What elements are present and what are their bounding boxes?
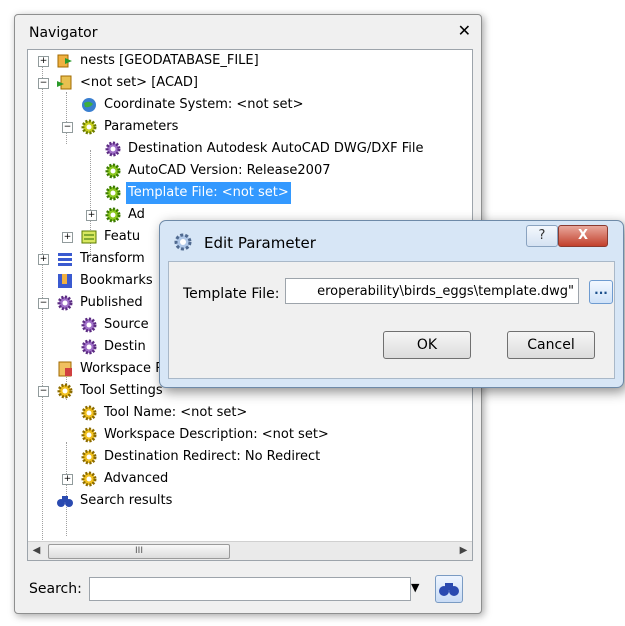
browse-button[interactable]: ... [589,280,613,304]
scroll-left-icon[interactable]: ◀ [28,542,45,560]
close-button[interactable]: X [558,225,608,247]
reader-icon [57,54,72,68]
parameter-icon [174,233,192,251]
collapse-icon[interactable]: − [62,122,73,133]
gear-icon [81,405,97,421]
scroll-right-icon[interactable]: ▶ [455,542,472,560]
scrollbar-thumb[interactable]: III [48,544,230,559]
chevron-down-icon[interactable]: ▼ [411,581,419,594]
tree-item-label: <not set> [ACAD] [80,75,198,90]
tree-item-label: AutoCAD Version: Release2007 [128,163,331,178]
template-file-input[interactable] [285,278,579,304]
globe-icon [82,98,96,112]
tree-item-label: Workspace Description: <not set> [104,427,329,442]
gear-icon [81,427,97,443]
gear-purple-icon [81,339,97,355]
gear-icon [105,207,121,223]
tree-item-label: Transform [80,251,145,266]
expand-icon[interactable]: + [86,210,97,221]
close-icon[interactable]: ✕ [458,21,471,40]
tree-item-label: Parameters [104,119,179,134]
tree-item-label: Destination Autodesk AutoCAD DWG/DXF Fil… [128,141,424,156]
expand-icon[interactable]: + [38,254,49,265]
tree-item-label: Tool Settings [80,383,163,398]
bookmark-icon [58,274,72,288]
gear-icon [105,185,121,201]
tree-item-label: nests [GEODATABASE_FILE] [80,53,259,68]
search-input[interactable] [89,577,411,601]
tree-item-label: Ad [128,207,145,222]
tree-item-label: Advanced [104,471,169,486]
edit-parameter-dialog: Edit Parameter ? X Template File: ... OK… [159,220,624,388]
collapse-icon[interactable]: − [38,78,49,89]
writer-icon [57,75,72,90]
tree-item-label: Tool Name: <not set> [104,405,248,420]
tree-item-label: Featu [104,229,141,244]
resources-icon [58,361,72,377]
binoculars-icon [439,583,459,596]
binoculars-icon [57,496,73,507]
gear-purple-icon [81,317,97,333]
collapse-icon[interactable]: − [38,386,49,397]
collapse-icon[interactable]: − [38,298,49,309]
gear-purple-icon [57,295,73,311]
help-button[interactable]: ? [526,225,558,247]
ok-button[interactable]: OK [383,331,471,359]
expand-icon[interactable]: + [38,56,49,67]
tree-item-label: Search results [80,493,173,508]
expand-icon[interactable]: + [62,232,73,243]
gear-purple-icon [105,141,121,157]
cancel-button[interactable]: Cancel [507,331,595,359]
search-button[interactable] [435,575,463,603]
search-label: Search: [29,581,82,597]
tree-item-label: Template File: <not set> [126,182,291,204]
feature-icon [81,230,97,244]
tree-item-label: Destin [104,339,146,354]
tree-item-label: Published [80,295,143,310]
gear-icon [57,383,73,399]
template-file-label: Template File: [183,286,280,302]
search-bar: Search: ▼ [29,575,469,605]
horizontal-scrollbar[interactable]: ◀ III ▶ [28,541,472,560]
tree-item-label: Destination Redirect: No Redirect [104,449,321,464]
gear-icon [81,449,97,465]
dialog-body: Template File: ... OK Cancel [168,261,615,379]
gear-icon [105,163,121,179]
tree-item-label: Bookmarks [80,273,153,288]
navigator-title: Navigator [29,25,98,41]
dialog-title: Edit Parameter [204,234,316,252]
gear-icon [81,119,97,135]
tree-item-label: Source [104,317,149,332]
transformer-icon [58,253,72,266]
tree-item-label: Coordinate System: <not set> [104,97,304,112]
expand-icon[interactable]: + [62,474,73,485]
gear-icon [81,471,97,487]
